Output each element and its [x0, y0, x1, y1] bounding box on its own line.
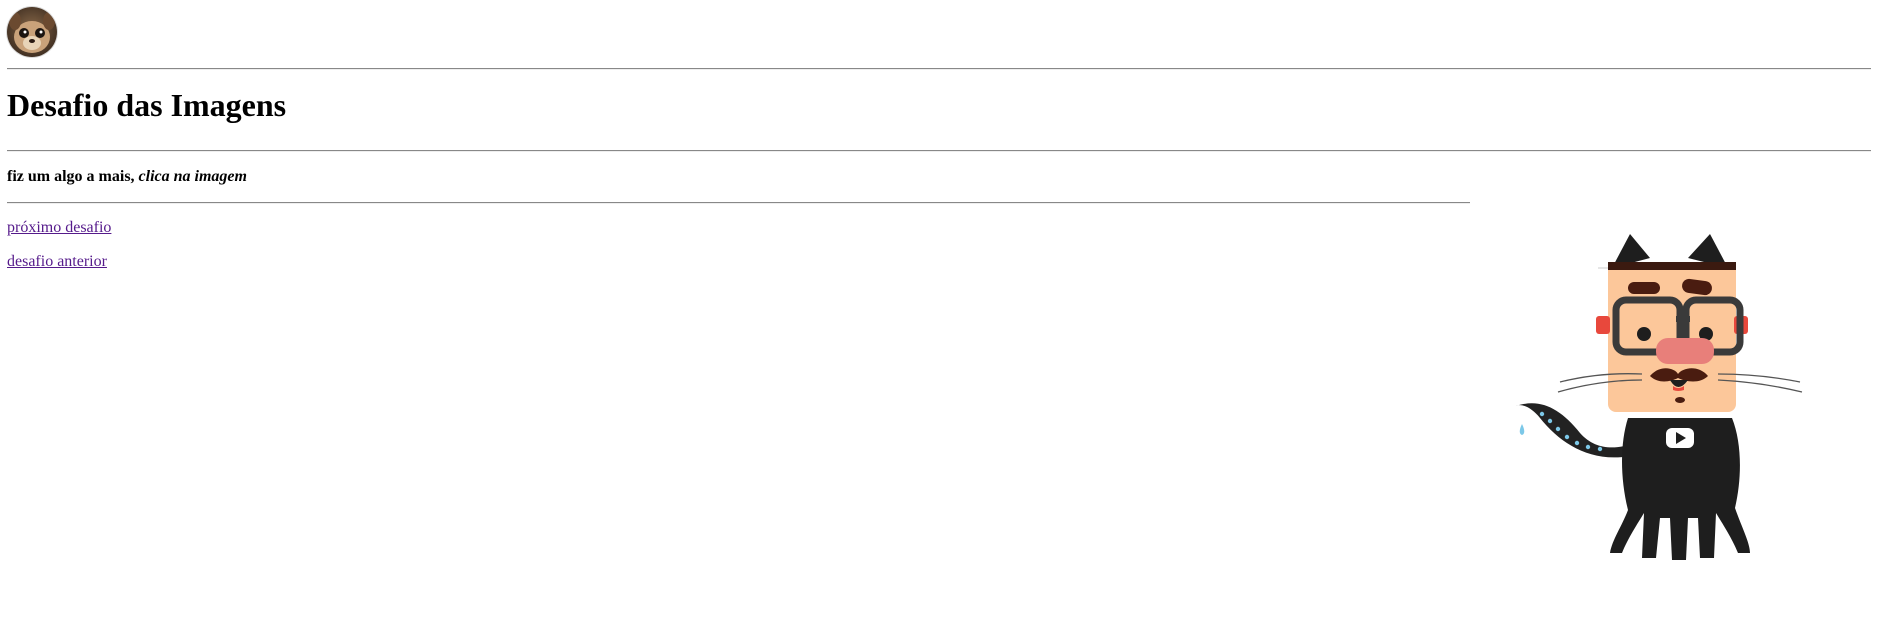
octocat-icon[interactable] — [1510, 228, 1830, 588]
hint-text: fiz um algo a mais, clica na imagem — [7, 168, 247, 186]
page: Desafio das Imagens fiz um algo a mais, … — [0, 0, 1878, 625]
next-challenge-link[interactable]: próximo desafio — [7, 219, 111, 237]
dog-avatar-icon — [7, 7, 57, 57]
divider — [7, 202, 1470, 204]
hint-text-italic: clica na imagem — [138, 168, 247, 185]
page-title: Desafio das Imagens — [7, 87, 287, 123]
divider — [7, 150, 1871, 152]
previous-challenge-link[interactable]: desafio anterior — [7, 253, 107, 271]
hint-text-bold: fiz um algo a mais, — [7, 168, 139, 185]
divider — [7, 68, 1871, 70]
